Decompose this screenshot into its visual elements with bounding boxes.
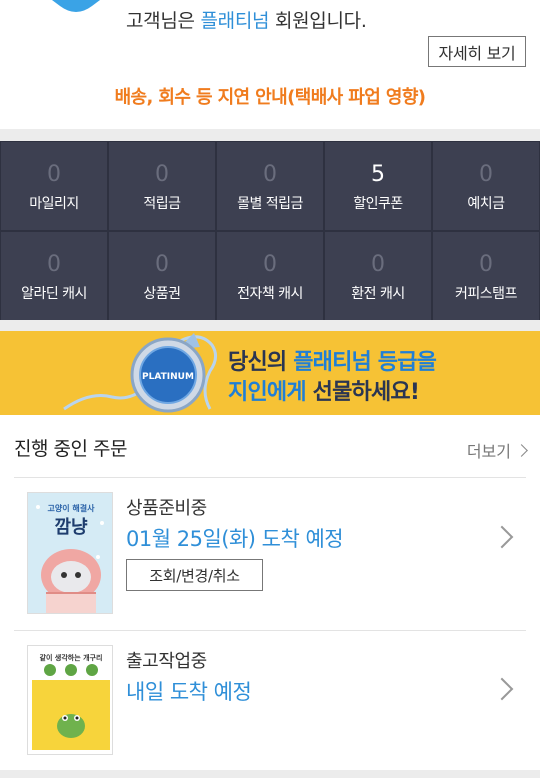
banner-line-2: 지인에게 선물하세요!: [228, 374, 420, 406]
stat-ebook-cash[interactable]: 0 전자책 캐시: [217, 232, 323, 320]
stat-value: 5: [371, 162, 385, 187]
stat-exchange-cash[interactable]: 0 환전 캐시: [325, 232, 431, 320]
order-manage-button[interactable]: 조회/변경/취소: [126, 559, 263, 591]
chevron-right-icon[interactable]: [490, 677, 514, 701]
banner-line-1-prefix: 당신의: [228, 350, 294, 375]
stat-label: 마일리지: [29, 196, 79, 212]
stat-aladin-cash[interactable]: 0 알라딘 캐시: [1, 232, 107, 320]
stat-label: 적립금: [143, 196, 181, 212]
delivery-delay-notice-link[interactable]: 배송, 회수 등 지연 안내(택배사 파업 영향): [0, 83, 540, 109]
platinum-gift-banner[interactable]: PLATINUM 당신의 플래티넘 등급을 지인에게 선물하세요!: [0, 331, 540, 415]
banner-line-2-highlight: 지인에게: [228, 380, 307, 405]
stat-value: 0: [47, 252, 61, 277]
row-divider: [14, 630, 526, 631]
stat-value: 0: [263, 252, 277, 277]
stat-label: 알라딘 캐시: [21, 286, 87, 302]
platinum-medal-icon: PLATINUM: [63, 333, 217, 413]
banner-line-1: 당신의 플래티넘 등급을: [228, 344, 437, 376]
greeting-prefix: 고객님은: [126, 10, 201, 32]
orders-more-link[interactable]: 더보기: [466, 438, 528, 462]
grade-ribbon-icon: [52, 0, 100, 12]
order-eta: 01월 25일(화) 도착 예정: [126, 527, 344, 551]
stat-mileage[interactable]: 0 마일리지: [1, 142, 107, 230]
greeting-suffix: 회원입니다.: [269, 10, 367, 32]
chevron-right-icon[interactable]: [490, 525, 514, 549]
stat-gift-card[interactable]: 0 상품권: [109, 232, 215, 320]
stat-value: 0: [263, 162, 277, 187]
orders-more-label: 더보기: [466, 442, 511, 461]
membership-greeting: 고객님은 플래티넘 회원입니다.: [126, 6, 367, 33]
stat-value: 0: [155, 252, 169, 277]
cover-title: 깜냥: [54, 517, 88, 538]
stat-value: 0: [155, 162, 169, 187]
membership-header: 고객님은 플래티넘 회원입니다. 자세히 보기 배송, 회수 등 지연 안내(택…: [0, 0, 540, 129]
section-divider: [14, 477, 526, 478]
orders-in-progress: 진행 중인 주문 더보기 고양이 해결사 깜냥 상품준비중 01월 25일(화)…: [0, 415, 540, 770]
chevron-right-icon: [515, 443, 528, 457]
order-eta: 내일 도착 예정: [126, 680, 252, 704]
book-cover-image: 고양이 해결사 깜냥: [27, 492, 113, 614]
stat-label: 커피스탬프: [455, 286, 517, 302]
stat-value: 0: [47, 162, 61, 187]
book-cover-image: 같이 생각하는 개구리: [27, 645, 113, 755]
stat-mall-reserve[interactable]: 0 몰별 적립금: [217, 142, 323, 230]
stat-coupons[interactable]: 5 할인쿠폰: [325, 142, 431, 230]
orders-section-title: 진행 중인 주문: [14, 438, 127, 460]
membership-grade: 플래티넘: [200, 10, 270, 32]
medal-text: PLATINUM: [142, 372, 194, 382]
order-status: 출고작업중: [126, 651, 207, 672]
stat-label: 할인쿠폰: [353, 196, 403, 212]
benefits-grid: 0 마일리지 0 적립금 0 몰별 적립금 5 할인쿠폰 0 예치금 0 알라딘…: [0, 141, 540, 320]
membership-detail-button[interactable]: 자세히 보기: [428, 36, 526, 67]
stat-label: 예치금: [467, 196, 505, 212]
order-status: 상품준비중: [126, 498, 207, 519]
stat-coffee-stamp[interactable]: 0 커피스탬프: [433, 232, 539, 320]
cover-subtitle: 고양이 해결사: [48, 503, 96, 513]
stat-label: 환전 캐시: [351, 286, 405, 302]
stat-reserve[interactable]: 0 적립금: [109, 142, 215, 230]
banner-line-2-suffix: 선물하세요!: [305, 380, 420, 405]
book-cover-art: 같이 생각하는 개구리: [28, 646, 112, 754]
stat-value: 0: [371, 252, 385, 277]
stat-label: 몰별 적립금: [237, 196, 303, 212]
stat-label: 상품권: [143, 286, 181, 302]
stat-label: 전자책 캐시: [237, 286, 303, 302]
banner-line-1-highlight: 플래티넘 등급을: [293, 350, 437, 375]
stat-value: 0: [479, 252, 493, 277]
cover-subtitle: 같이 생각하는 개구리: [40, 653, 103, 662]
book-cover-art: 고양이 해결사 깜냥: [28, 493, 112, 613]
stat-value: 0: [479, 162, 493, 187]
stat-deposit[interactable]: 0 예치금: [433, 142, 539, 230]
